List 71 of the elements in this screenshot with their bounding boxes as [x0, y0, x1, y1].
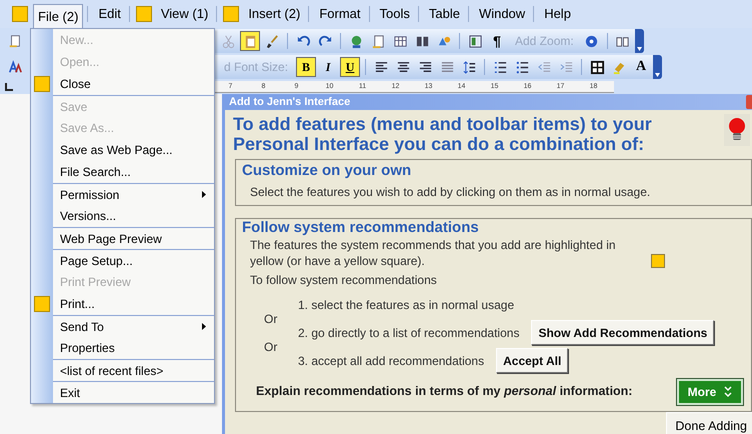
toolbar-label: d Font Size: — [223, 59, 290, 76]
line-spacing-icon — [462, 60, 477, 74]
border-icon — [590, 60, 605, 74]
more-button[interactable]: More — [677, 378, 743, 404]
double-chevron-down-icon — [724, 386, 732, 398]
toolbar-button[interactable]: A — [631, 57, 652, 77]
menu-item[interactable]: File (2) — [33, 4, 84, 28]
styles-icon[interactable] — [8, 60, 22, 74]
section-title: Follow system recommendations — [242, 218, 480, 236]
scissors-icon — [220, 34, 236, 48]
light-bulb-icon — [728, 117, 746, 143]
increase-indent-icon — [558, 60, 574, 74]
menu-item[interactable]: Window — [474, 3, 530, 25]
tab-stop-icon[interactable] — [4, 82, 14, 92]
toolbar-options-icon[interactable] — [636, 47, 642, 51]
align-right-icon — [418, 60, 433, 74]
step-text: 3. accept all add recommendations — [298, 352, 484, 370]
decrease-indent-icon — [536, 60, 552, 74]
action-button[interactable]: Accept All — [496, 348, 568, 373]
menu-item[interactable]: File Search... — [53, 161, 214, 183]
numbered-list-icon — [492, 60, 508, 74]
menu-item[interactable]: Help — [540, 3, 575, 25]
heading: To add features (menu and toolbar items) to your Personal Interface you can do a combination of: — [233, 114, 653, 154]
menu-item[interactable]: Print... — [53, 293, 214, 315]
document-icon — [8, 34, 22, 48]
menu-item[interactable]: Save as Web Page... — [53, 139, 214, 161]
recommended-square-icon — [651, 254, 665, 268]
toolbar-button[interactable]: U — [340, 57, 360, 77]
toolbar-label: Add Zoom: — [514, 33, 575, 50]
menu-item[interactable]: <list of recent files> — [53, 359, 214, 381]
menu-item[interactable]: Send To — [53, 315, 214, 337]
done-button[interactable]: Done Adding — [666, 412, 752, 434]
or-label: Or — [263, 338, 278, 356]
document-map-icon — [468, 34, 482, 48]
menu-item[interactable]: Close — [53, 73, 214, 95]
menu-item[interactable]: Edit — [94, 3, 125, 25]
menu-item[interactable]: Insert (2) — [244, 3, 304, 25]
step-text: 2. go directly to a list of recommendations — [298, 324, 520, 342]
description: The features the system recommends that you add are highlighted in yellow (or have a yellow square). — [250, 236, 617, 268]
window-title: Add to Jenn's Interface — [229, 94, 350, 110]
description: Select the features you wish to add by clicking on them as in normal usage. — [249, 184, 652, 200]
align-center-icon — [396, 60, 411, 74]
toolbar-button[interactable]: B — [296, 57, 316, 77]
document-icon — [370, 34, 386, 48]
toolbar-button[interactable]: I — [318, 57, 338, 77]
menu-item[interactable]: Properties — [53, 337, 214, 359]
toolbar-button[interactable]: ¶ — [487, 31, 507, 51]
menu-item[interactable]: Web Page Preview — [53, 227, 214, 249]
section-title: Customize on your own — [242, 161, 412, 181]
or-label: Or — [263, 310, 278, 328]
justify-icon — [440, 60, 455, 74]
brush-icon — [264, 34, 280, 48]
align-left-icon — [374, 60, 389, 74]
menu-item[interactable]: Exit — [53, 381, 214, 403]
step-text: 1. select the features as in normal usage — [298, 296, 514, 314]
explanation-text: Explain recommendations in terms of my personal information: — [256, 383, 632, 400]
action-button[interactable]: Show Add Recommendations — [531, 320, 714, 345]
redo-icon — [318, 34, 332, 48]
menu-item[interactable]: Permission — [53, 183, 214, 205]
undo-icon — [296, 34, 310, 48]
toolbar-options-icon[interactable] — [655, 73, 660, 77]
help-icon — [584, 34, 600, 48]
menu-item[interactable]: Format — [315, 3, 364, 25]
menu-item[interactable]: Page Setup... — [53, 249, 214, 271]
menu-item[interactable]: Versions... — [53, 205, 214, 227]
bulleted-list-icon — [514, 60, 530, 74]
menu-item[interactable]: View (1) — [156, 3, 212, 25]
instruction-text: To follow system recommendations — [249, 272, 438, 288]
menu-item[interactable]: Tools — [376, 3, 414, 25]
table-icon — [392, 34, 408, 48]
menu-item[interactable]: Table — [424, 3, 464, 25]
